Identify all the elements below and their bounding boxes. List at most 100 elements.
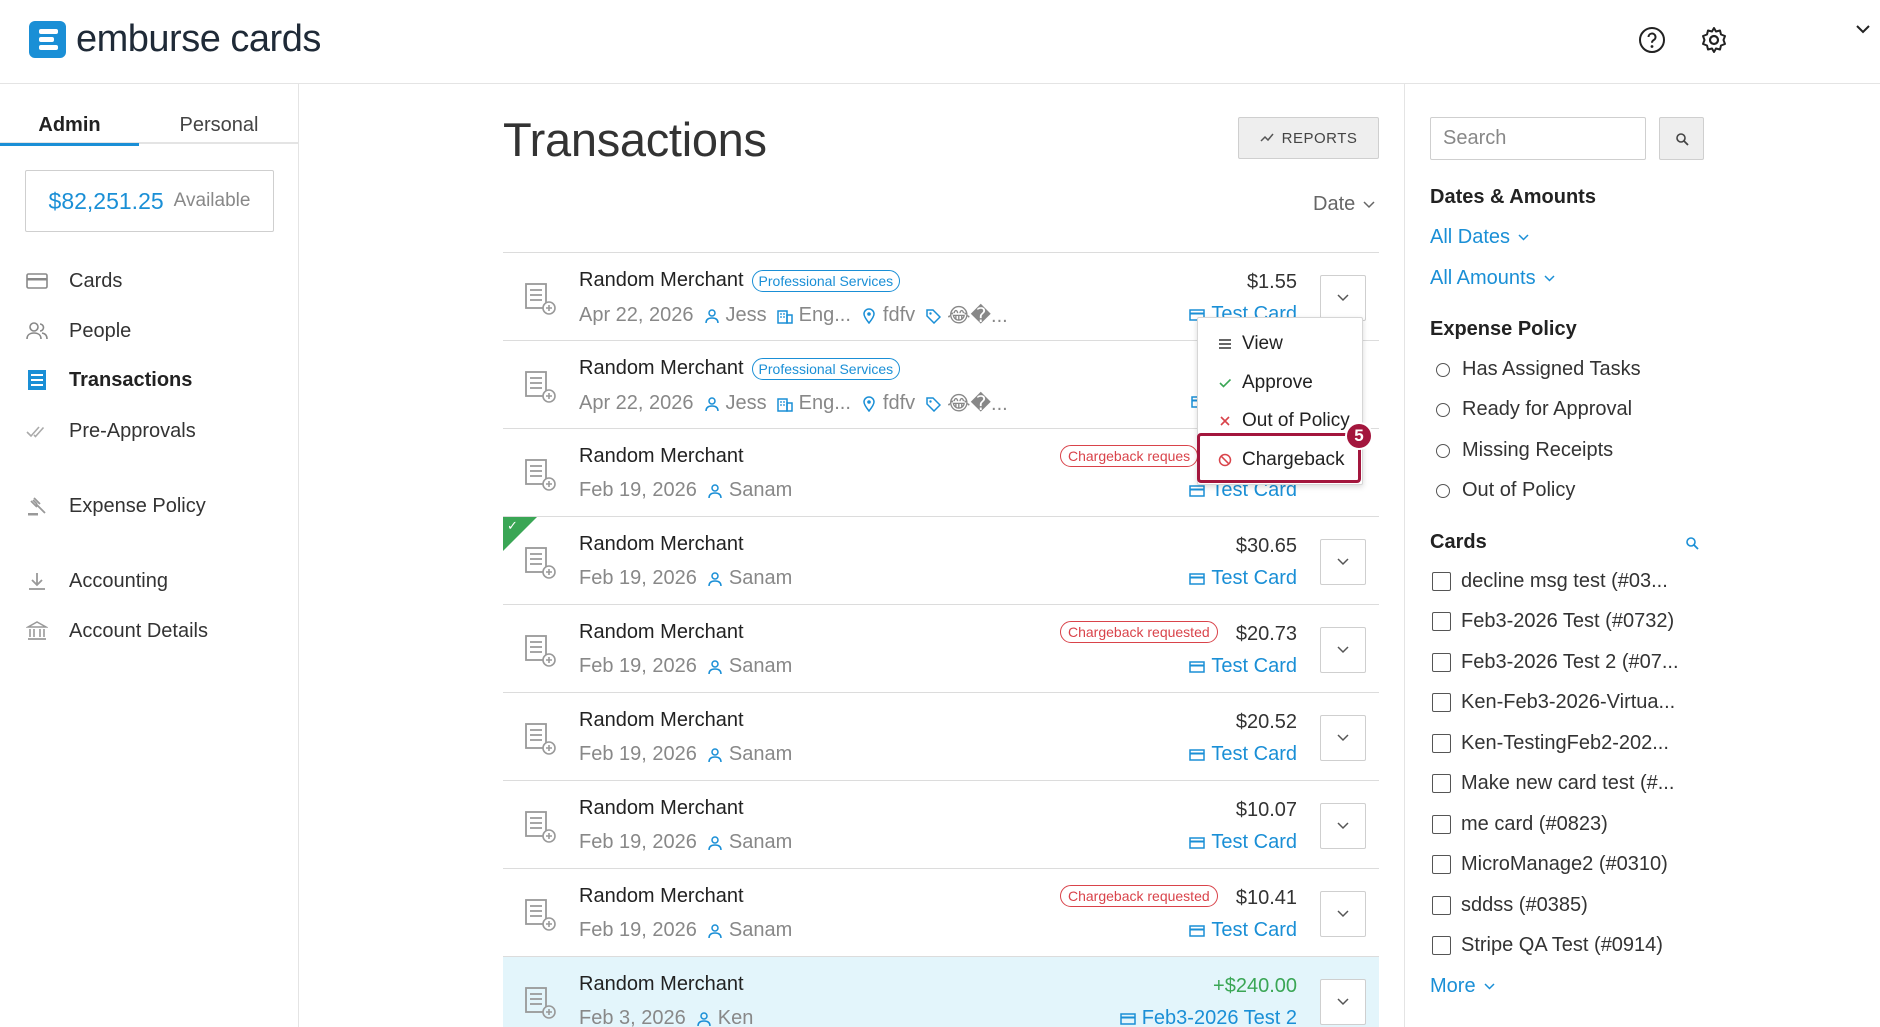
- card-filter-option[interactable]: me card (#0823): [1432, 813, 1608, 836]
- card-filter-option[interactable]: Ken-Feb3-2026-Virtua...: [1432, 691, 1675, 714]
- tab-admin[interactable]: Admin: [0, 114, 139, 146]
- checkbox[interactable]: [1432, 855, 1451, 874]
- checkbox[interactable]: [1432, 572, 1451, 591]
- receipt-add-icon: [525, 547, 556, 579]
- user-icon: [708, 747, 722, 762]
- row-actions-dropdown[interactable]: [1320, 627, 1366, 673]
- transaction-card[interactable]: Test Card: [1189, 831, 1297, 854]
- radio-button[interactable]: [1436, 483, 1450, 498]
- radio-button[interactable]: [1436, 443, 1450, 458]
- table-row[interactable]: Random Merchant Feb 19, 2026 Sanam $20.5…: [503, 692, 1379, 780]
- sort-date-dropdown[interactable]: Date: [1313, 193, 1375, 216]
- radio-button[interactable]: [1436, 402, 1450, 417]
- search-icon[interactable]: [1685, 536, 1699, 550]
- menu-item-out-of-policy[interactable]: Out of Policy: [1218, 407, 1350, 435]
- checkbox[interactable]: [1432, 734, 1451, 753]
- checkbox[interactable]: [1432, 693, 1451, 712]
- checkbox-label: Ken-Feb3-2026-Virtua...: [1461, 691, 1676, 713]
- table-row[interactable]: Random Merchant Feb 19, 2026 Sanam Charg…: [503, 868, 1379, 956]
- search-input[interactable]: [1430, 117, 1646, 160]
- chevron-down-icon[interactable]: [1854, 20, 1872, 38]
- checkbox[interactable]: [1432, 774, 1451, 793]
- credit-card-icon: [1189, 572, 1206, 585]
- merchant-name: Random Merchant: [579, 797, 744, 819]
- transaction-location: fdfv: [882, 392, 916, 414]
- row-actions-dropdown[interactable]: [1320, 891, 1366, 937]
- sidebar-item-people[interactable]: People: [25, 316, 131, 346]
- transaction-meta: Feb 19, 2026 Sanam: [579, 743, 792, 766]
- checkbox[interactable]: [1432, 936, 1451, 955]
- checkbox[interactable]: [1432, 896, 1451, 915]
- department-icon: [776, 397, 793, 412]
- row-actions-dropdown[interactable]: [1320, 539, 1366, 585]
- checkbox[interactable]: [1432, 815, 1451, 834]
- filter-missing-receipts[interactable]: Missing Receipts: [1436, 439, 1613, 462]
- tab-personal[interactable]: Personal: [139, 114, 299, 144]
- transaction-meta: Apr 22, 2026 Jess Eng... fdfv 😂�...: [579, 391, 1008, 416]
- transaction-card[interactable]: Test Card: [1189, 743, 1297, 766]
- app-header: emburse cards: [0, 0, 1880, 84]
- reports-button[interactable]: REPORTS: [1238, 117, 1379, 159]
- sidebar-item-account-details[interactable]: Account Details: [25, 616, 208, 646]
- sidebar-item-expense-policy[interactable]: Expense Policy: [25, 491, 206, 521]
- emburse-logo[interactable]: emburse cards: [29, 20, 321, 58]
- transaction-date: Feb 19, 2026: [579, 831, 697, 853]
- transaction-meta: Feb 19, 2026 Sanam: [579, 831, 792, 854]
- user-icon: [697, 1011, 711, 1026]
- transaction-card[interactable]: Test Card: [1189, 567, 1297, 590]
- card-filter-option[interactable]: Ken-TestingFeb2-202...: [1432, 732, 1669, 755]
- card-filter-option[interactable]: sddss (#0385): [1432, 894, 1588, 917]
- search-icon: [1675, 132, 1689, 146]
- sidebar-item-cards[interactable]: Cards: [25, 266, 122, 296]
- transaction-card[interactable]: Test Card: [1189, 919, 1297, 942]
- filter-out-of-policy[interactable]: Out of Policy: [1436, 479, 1575, 502]
- table-row[interactable]: Random Merchant Feb 19, 2026 Sanam $10.0…: [503, 780, 1379, 868]
- all-amounts-dropdown[interactable]: All Amounts: [1430, 267, 1555, 290]
- table-row[interactable]: Random Merchant Feb 3, 2026 Ken +$240.00…: [503, 956, 1379, 1027]
- more-cards-link[interactable]: More: [1430, 975, 1495, 998]
- transaction-meta: Feb 19, 2026 Sanam: [579, 655, 792, 678]
- help-icon[interactable]: [1638, 26, 1666, 54]
- chevron-down-icon: [1484, 983, 1495, 990]
- all-dates-dropdown[interactable]: All Dates: [1430, 226, 1529, 249]
- row-actions-dropdown[interactable]: [1320, 715, 1366, 761]
- table-row[interactable]: ✓ Random Merchant Feb 19, 2026 Sanam $30…: [503, 516, 1379, 604]
- transaction-user: Ken: [717, 1007, 754, 1027]
- menu-item-approve[interactable]: Approve: [1218, 369, 1313, 397]
- transaction-card[interactable]: Feb3-2026 Test 2: [1119, 1007, 1297, 1027]
- search-button[interactable]: [1659, 117, 1704, 160]
- transaction-amount: $20.73: [1235, 623, 1297, 645]
- card-filter-option[interactable]: Feb3-2026 Test (#0732): [1432, 610, 1674, 633]
- radio-label: Has Assigned Tasks: [1462, 358, 1641, 380]
- step-number-badge: 5: [1345, 422, 1373, 450]
- receipt-add-icon: [525, 811, 556, 843]
- sidebar-item-label: Accounting: [69, 569, 168, 592]
- gear-icon[interactable]: [1700, 26, 1728, 54]
- card-name: Test Card: [1211, 567, 1297, 589]
- card-filter-option[interactable]: Stripe QA Test (#0914): [1432, 934, 1663, 957]
- checkbox-label: Stripe QA Test (#0914): [1461, 934, 1663, 956]
- sidebar-item-pre-approvals[interactable]: Pre-Approvals: [25, 416, 196, 446]
- chevron-down-icon: [1363, 200, 1375, 208]
- row-actions-dropdown[interactable]: [1320, 979, 1366, 1025]
- transaction-date: Feb 19, 2026: [579, 743, 697, 765]
- sidebar-item-transactions[interactable]: Transactions: [25, 365, 192, 395]
- card-filter-option[interactable]: Feb3-2026 Test 2 (#07...: [1432, 651, 1679, 674]
- menu-item-view[interactable]: View: [1218, 330, 1283, 358]
- card-filter-option[interactable]: MicroManage2 (#0310): [1432, 853, 1668, 876]
- checkbox[interactable]: [1432, 612, 1451, 631]
- filter-has-assigned-tasks[interactable]: Has Assigned Tasks: [1436, 358, 1641, 381]
- row-actions-dropdown[interactable]: [1320, 275, 1366, 321]
- merchant-name: Random Merchant: [579, 709, 744, 731]
- dates-amounts-title: Dates & Amounts: [1430, 186, 1596, 208]
- row-actions-dropdown[interactable]: [1320, 803, 1366, 849]
- transaction-card[interactable]: Test Card: [1189, 655, 1297, 678]
- card-filter-option[interactable]: Make new card test (#...: [1432, 772, 1674, 795]
- sidebar-item-accounting[interactable]: Accounting: [25, 566, 168, 596]
- radio-button[interactable]: [1436, 362, 1450, 377]
- checkbox[interactable]: [1432, 653, 1451, 672]
- chargeback-badge: Chargeback requested: [1060, 885, 1218, 907]
- table-row[interactable]: Random Merchant Feb 19, 2026 Sanam Charg…: [503, 604, 1379, 692]
- filter-ready-for-approval[interactable]: Ready for Approval: [1436, 398, 1632, 421]
- card-filter-option[interactable]: decline msg test (#03...: [1432, 570, 1668, 593]
